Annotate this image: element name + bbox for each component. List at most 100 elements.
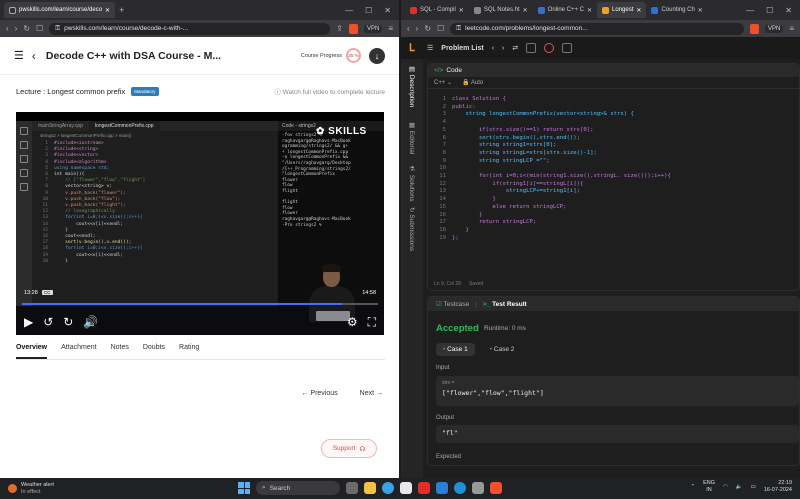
video-code-line: 20 } <box>34 259 145 265</box>
maximize-icon[interactable]: ☐ <box>365 6 372 15</box>
tab-notes[interactable]: Notes <box>111 344 129 359</box>
close-window-icon[interactable]: ✕ <box>384 6 391 15</box>
tab-rating[interactable]: Rating <box>179 344 199 359</box>
new-tab-icon[interactable]: + <box>119 5 124 15</box>
app-icon[interactable] <box>472 482 484 494</box>
back-arrow-icon[interactable]: ‹ <box>32 49 36 63</box>
close-tab-icon[interactable]: ✕ <box>105 7 110 14</box>
bookmark-icon[interactable]: ☐ <box>437 24 444 33</box>
rewind-10-icon[interactable]: ↺ <box>43 315 53 329</box>
test-result-tab[interactable]: >_ Test Result <box>483 301 527 308</box>
task-view-icon[interactable] <box>346 482 358 494</box>
browser-tab[interactable]: Online C++ C ✕ <box>533 2 597 18</box>
timer-icon[interactable] <box>544 43 555 53</box>
next-button[interactable]: Next → <box>360 390 383 397</box>
browser-tab[interactable]: Longest ✕ <box>597 2 647 18</box>
store-icon[interactable] <box>400 482 412 494</box>
support-button[interactable]: Support ☊ <box>321 439 377 458</box>
video-player[interactable]: mainStringArray.cpp longestCommonPrefix.… <box>16 112 384 335</box>
start-button[interactable] <box>238 482 250 494</box>
file-explorer-icon[interactable] <box>364 482 376 494</box>
back-icon[interactable]: ‹ <box>6 24 9 33</box>
vpn-button[interactable]: VPN <box>764 24 784 33</box>
share-icon[interactable]: ⇪ <box>336 24 343 33</box>
menu-icon[interactable]: ≡ <box>789 24 794 33</box>
maximize-icon[interactable]: ☐ <box>766 6 773 15</box>
vscode-icon[interactable] <box>436 482 448 494</box>
code-editor[interactable]: 1 class Solution {2 public: 3 string longes… <box>428 96 671 242</box>
taskbar-search[interactable]: ⌕ Search <box>256 481 340 495</box>
brave-shield-icon[interactable] <box>348 23 358 34</box>
bookmark-icon[interactable]: ☐ <box>36 24 43 33</box>
close-window-icon[interactable]: ✕ <box>785 6 792 15</box>
tab-overview[interactable]: Overview <box>16 344 48 359</box>
close-tab-icon[interactable]: ✕ <box>523 7 528 14</box>
reload-icon[interactable]: ↻ <box>23 24 30 33</box>
case-2-tab[interactable]: • Case 2 <box>483 343 522 356</box>
reload-icon[interactable]: ↻ <box>424 24 431 33</box>
speaker-icon[interactable]: 🔈 <box>736 484 743 490</box>
forward-icon[interactable]: › <box>416 24 419 33</box>
shuffle-icon[interactable]: ⇄ <box>512 44 518 52</box>
url-field[interactable]: ⚿ leetcode.com/problems/longest-common..… <box>450 22 744 35</box>
rail-editorial[interactable]: ▦ Editorial <box>407 121 415 154</box>
close-tab-icon[interactable]: ✕ <box>698 7 703 14</box>
clock-time: 22:19 <box>778 480 792 486</box>
close-tab-icon[interactable]: ✕ <box>587 7 592 14</box>
leetcode-side-rail: ▤ Description ▦ Editorial ⚗ Solutions ↻ … <box>401 59 423 478</box>
code-text: sort(v.begin(),v.end()); <box>54 240 132 246</box>
vpn-button[interactable]: VPN <box>363 24 383 33</box>
rail-description[interactable]: ▤ Description <box>407 65 415 107</box>
left-active-tab[interactable]: pwskills.com/learn/course/deco ✕ <box>4 2 116 18</box>
tray-chevron-icon[interactable]: ⌃ <box>690 484 695 490</box>
minimize-icon[interactable]: — <box>746 6 754 15</box>
download-button[interactable]: ↓ <box>369 47 385 64</box>
clock[interactable]: 22:19 16-07-2024 <box>764 480 792 494</box>
close-tab-icon[interactable]: ✕ <box>636 7 641 14</box>
hamburger-icon[interactable]: ☰ <box>14 49 24 62</box>
weather-widget[interactable]: Weather alert In effect <box>0 482 54 495</box>
rail-solutions[interactable]: ⚗ Solutions <box>407 165 415 202</box>
previous-button[interactable]: ← Previous <box>301 390 337 397</box>
url-field[interactable]: ⚿ pwskills.com/learn/course/decode-c-wit… <box>49 22 331 35</box>
fullscreen-icon[interactable]: ⛶ <box>368 315 376 330</box>
close-tab-icon[interactable]: ✕ <box>459 7 464 14</box>
edge-icon[interactable] <box>454 482 466 494</box>
rail-submissions[interactable]: ↻ Submissions <box>407 207 415 251</box>
volume-icon[interactable]: 🔊 <box>83 315 98 329</box>
auto-toggle[interactable]: 🔒 Auto <box>462 79 483 86</box>
back-icon[interactable]: ‹ <box>407 24 410 33</box>
wifi-icon[interactable]: ◠ <box>723 484 728 490</box>
brave-shield-icon[interactable] <box>749 23 759 34</box>
chrome-icon[interactable] <box>382 482 394 494</box>
problem-list-link[interactable]: Problem List <box>441 45 483 52</box>
language-select[interactable]: C++ ⌄ <box>434 79 452 86</box>
browser-tab[interactable]: SQL - Compil ✕ <box>405 2 469 18</box>
settings-gear-icon[interactable]: ⚙ <box>347 315 358 330</box>
video-seek-bar[interactable] <box>22 303 378 305</box>
youtube-icon[interactable] <box>418 482 430 494</box>
previous-label: Previous <box>310 390 338 397</box>
menu-icon[interactable]: ≡ <box>388 24 393 33</box>
tab-attachment[interactable]: Attachment <box>61 344 96 359</box>
note-icon[interactable] <box>562 43 573 53</box>
captions-button[interactable]: CC <box>42 290 53 295</box>
prev-problem-icon[interactable]: ‹ <box>492 45 494 52</box>
language-indicator[interactable]: ENG IN <box>703 480 715 494</box>
minimize-icon[interactable]: — <box>345 6 353 15</box>
forward-icon[interactable]: › <box>15 24 18 33</box>
leetcode-logo-icon[interactable]: ᒪ <box>409 43 419 54</box>
testcase-tab[interactable]: ☑ Testcase <box>436 300 469 308</box>
code-text: v.push_back("flight"); <box>54 203 126 209</box>
forward-10-icon[interactable]: ↻ <box>63 315 73 329</box>
brave-icon[interactable] <box>490 482 502 494</box>
tab-doubts[interactable]: Doubts <box>143 344 165 359</box>
browser-tab[interactable]: SQL Notes.ht ✕ <box>469 2 533 18</box>
case-1-tab[interactable]: • Case 1 <box>436 343 475 356</box>
browser-tab[interactable]: Counting Ch ✕ <box>646 2 707 18</box>
battery-icon[interactable]: ▭ <box>751 484 756 490</box>
next-problem-icon[interactable]: › <box>502 45 504 52</box>
list-icon[interactable]: ☰ <box>427 44 433 52</box>
play-icon[interactable]: ▶ <box>24 315 33 329</box>
layout-icon[interactable] <box>526 43 537 53</box>
